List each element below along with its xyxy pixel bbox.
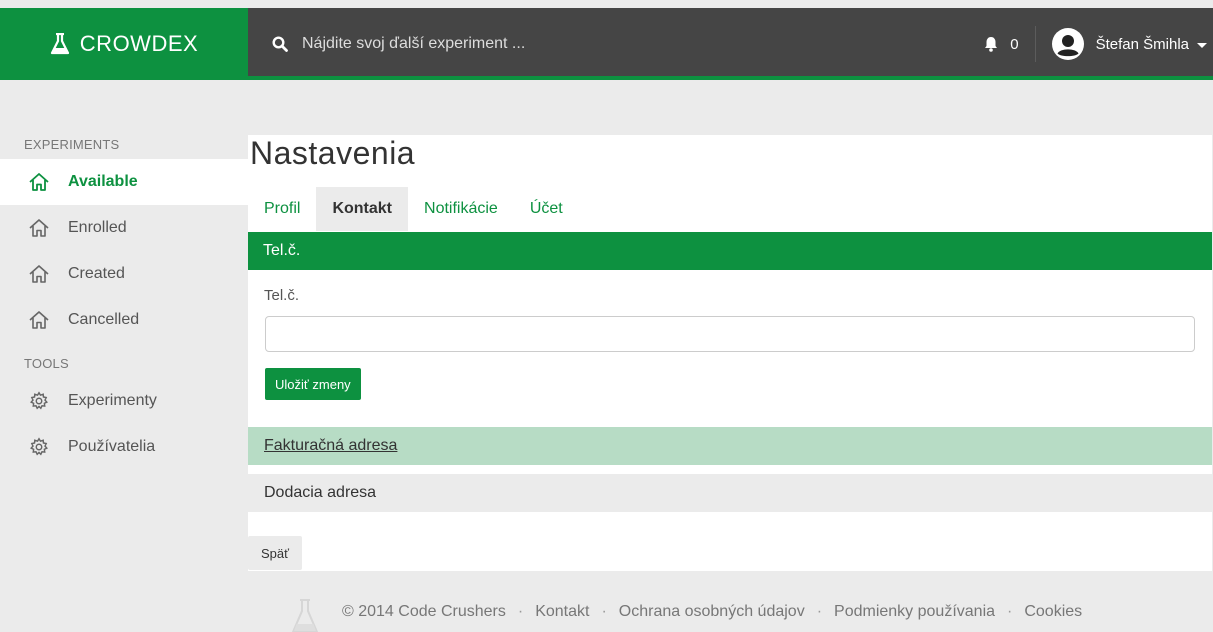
footer-link-privacy[interactable]: Ochrana osobných údajov [619, 603, 805, 621]
user-name[interactable]: Štefan Šmihla [1096, 36, 1189, 53]
home-icon [29, 311, 49, 329]
phone-input[interactable] [265, 316, 1195, 352]
sidebar-item-available[interactable]: Available [0, 159, 248, 205]
sidebar-item-pouzivatelia[interactable]: Používatelia [0, 424, 248, 470]
sidebar-item-label: Available [68, 173, 138, 190]
bell-icon [985, 37, 998, 52]
footer-separator: · [601, 603, 607, 620]
page-title: Nastavenia [250, 135, 416, 171]
sidebar-item-label: Created [68, 265, 125, 282]
tab-profil[interactable]: Profil [248, 187, 316, 231]
flask-icon [50, 33, 69, 55]
footer-separator: · [517, 603, 524, 620]
notification-count: 0 [1010, 35, 1019, 53]
search-bar[interactable]: Nájdite svoj ďalší experiment ... [272, 8, 525, 80]
search-input[interactable]: Nájdite svoj ďalší experiment ... [302, 35, 525, 53]
tab-notifikacie[interactable]: Notifikácie [408, 187, 514, 231]
sidebar-item-experimenty[interactable]: Experimenty [0, 378, 248, 424]
top-navbar: CROWDEX Nájdite svoj ďalší experiment ..… [0, 8, 1213, 80]
sidebar-item-cancelled[interactable]: Cancelled [0, 297, 248, 343]
footer-separator: · [816, 603, 823, 620]
sidebar-item-enrolled[interactable]: Enrolled [0, 205, 248, 251]
tab-kontakt[interactable]: Kontakt [316, 187, 409, 231]
brand-name: CROWDEX [79, 31, 199, 56]
sidebar-item-label: Používatelia [68, 438, 156, 455]
avatar[interactable] [1051, 28, 1084, 60]
sidebar-heading-experiments: EXPERIMENTS [24, 137, 120, 152]
home-icon [29, 265, 49, 283]
save-button[interactable]: Uložiť zmeny [265, 368, 361, 400]
user-area: 0 Štefan Šmihla [984, 8, 1213, 80]
home-icon [29, 219, 49, 237]
section-header-phone: Tel.č. [248, 232, 1212, 270]
home-icon [29, 173, 49, 191]
footer-link-cookies[interactable]: Cookies [1024, 603, 1082, 621]
user-icon [1053, 30, 1082, 58]
footer-separator: · [1007, 603, 1013, 620]
sidebar: EXPERIMENTS Available Enrolled Created C… [0, 130, 248, 470]
tab-ucet[interactable]: Účet [514, 187, 579, 231]
gear-icon [30, 437, 48, 456]
back-button[interactable]: Späť [248, 536, 303, 570]
sidebar-item-label: Cancelled [68, 311, 140, 328]
brand-logo[interactable]: CROWDEX [0, 8, 248, 80]
search-icon [272, 36, 288, 52]
sidebar-item-created[interactable]: Created [0, 251, 248, 297]
gear-icon [30, 391, 48, 410]
sidebar-item-label: Enrolled [68, 219, 127, 236]
settings-tabs: Profil Kontakt Notifikácie Účet [248, 187, 579, 231]
flask-icon [291, 599, 319, 632]
notifications-button[interactable]: 0 [984, 26, 1036, 62]
footer-link-terms[interactable]: Podmienky používania [834, 603, 995, 621]
phone-label: Tel.č. [264, 287, 300, 304]
footer: © 2014 Code Crushers · Kontakt · Ochrana… [290, 592, 1190, 632]
sidebar-item-label: Experimenty [68, 392, 157, 409]
sidebar-heading-tools: TOOLS [24, 356, 69, 371]
accordion-shipping-address[interactable]: Dodacia adresa [248, 474, 1212, 512]
footer-link-kontakt[interactable]: Kontakt [535, 603, 589, 621]
footer-copyright: © 2014 Code Crushers [342, 603, 506, 620]
settings-panel: Nastavenia Profil Kontakt Notifikácie Úč… [248, 135, 1212, 571]
chevron-down-icon[interactable] [1197, 42, 1207, 48]
accordion-billing-address[interactable]: Fakturačná adresa [248, 427, 1212, 465]
